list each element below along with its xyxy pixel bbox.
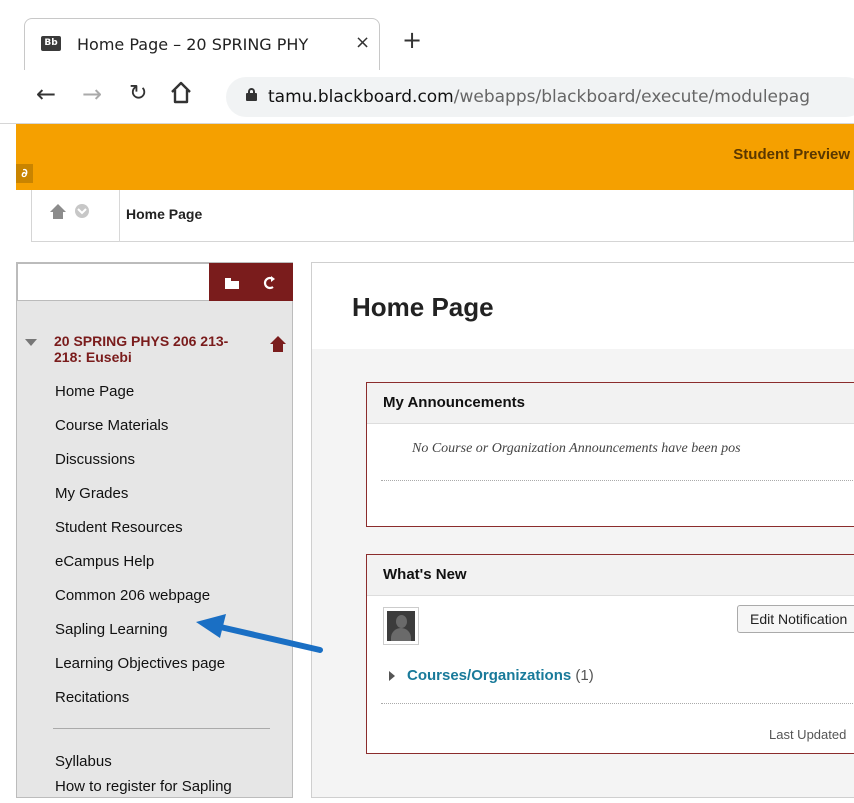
content-area: Home Page My Announcements No Course or … <box>311 262 854 798</box>
address-bar[interactable]: tamu.blackboard.com/webapps/blackboard/e… <box>226 77 854 117</box>
menu-item-register-sapling[interactable]: How to register for Sapling <box>55 778 232 803</box>
courses-count: (1) <box>575 667 594 684</box>
collapse-caret-icon[interactable] <box>25 339 37 346</box>
avatar <box>383 607 419 645</box>
menu-item-my-grades[interactable]: My Grades <box>55 485 225 519</box>
breadcrumb-separator <box>119 190 120 242</box>
menu-item-discussions[interactable]: Discussions <box>55 451 225 485</box>
announcements-module: My Announcements No Course or Organizati… <box>366 382 854 527</box>
breadcrumb-home-icon <box>50 204 66 219</box>
menu-item-ecampus-help[interactable]: eCampus Help <box>55 553 225 587</box>
browser-tab-bar: Bb Home Page – 20 SPRING PHY × + <box>0 0 854 70</box>
menu-item-student-resources[interactable]: Student Resources <box>55 519 225 553</box>
blackboard-favicon-icon: Bb <box>41 36 61 51</box>
breadcrumb-menu-icon <box>75 204 89 218</box>
breadcrumb: Home Page <box>31 190 854 242</box>
tab-title: Home Page – 20 SPRING PHY <box>77 35 309 54</box>
new-tab-icon[interactable]: + <box>402 26 422 54</box>
browser-tab[interactable]: Bb Home Page – 20 SPRING PHY × <box>24 18 380 70</box>
divider <box>381 480 854 481</box>
course-menu-search[interactable] <box>17 263 210 301</box>
course-menu-tools <box>209 263 293 301</box>
menu-item-syllabus[interactable]: Syllabus <box>55 753 232 778</box>
student-preview-bar: ∂ Student Preview <box>16 124 854 190</box>
course-menu-header[interactable]: 20 SPRING PHYS 206 213-218: Eusebi <box>25 333 290 373</box>
page-title: Home Page <box>352 292 494 322</box>
refresh-icon <box>263 276 275 290</box>
url-text: tamu.blackboard.com/webapps/blackboard/e… <box>268 87 810 107</box>
folder-view-icon <box>225 278 239 289</box>
tab-close-icon[interactable]: × <box>355 32 370 53</box>
expand-triangle-icon[interactable] <box>389 671 395 681</box>
lock-icon <box>246 88 257 101</box>
edit-notification-settings-button[interactable]: Edit Notification <box>737 605 854 633</box>
whats-new-module: What's New Edit Notification Courses/Org… <box>366 554 854 754</box>
student-preview-label[interactable]: Student Preview <box>733 146 850 163</box>
course-menu: 20 SPRING PHYS 206 213-218: Eusebi Home … <box>16 262 293 798</box>
announcements-heading: My Announcements <box>367 383 854 424</box>
course-home-icon[interactable] <box>269 335 287 358</box>
link-icon[interactable]: ∂ <box>16 164 33 183</box>
course-menu-list-2: Syllabus How to register for Sapling <box>55 753 232 803</box>
menu-item-course-materials[interactable]: Course Materials <box>55 417 225 451</box>
annotation-arrow-icon <box>196 614 323 653</box>
home-icon[interactable] <box>170 80 192 112</box>
course-menu-list: Home Page Course Materials Discussions M… <box>55 383 225 723</box>
reload-icon[interactable]: ↻ <box>129 80 147 108</box>
breadcrumb-current: Home Page <box>126 206 203 222</box>
menu-item-recitations[interactable]: Recitations <box>55 689 225 723</box>
menu-item-learning-objectives[interactable]: Learning Objectives page <box>55 655 225 689</box>
breadcrumb-home[interactable] <box>48 202 118 230</box>
forward-icon[interactable]: → <box>82 80 102 108</box>
divider <box>381 703 854 704</box>
announcements-empty-text: No Course or Organization Announcements … <box>412 441 741 456</box>
browser-nav-bar: ← → ↻ tamu.blackboard.com/webapps/blackb… <box>0 70 854 124</box>
last-updated-text: Last Updated <box>769 727 847 742</box>
menu-item-home-page[interactable]: Home Page <box>55 383 225 417</box>
course-title[interactable]: 20 SPRING PHYS 206 213-218: Eusebi <box>54 333 254 365</box>
courses-organizations-link[interactable]: Courses/Organizations (1) <box>407 667 594 684</box>
whats-new-heading: What's New <box>367 555 854 596</box>
content-header: Home Page <box>312 263 854 349</box>
back-icon[interactable]: ← <box>36 80 56 108</box>
menu-divider <box>53 728 270 729</box>
